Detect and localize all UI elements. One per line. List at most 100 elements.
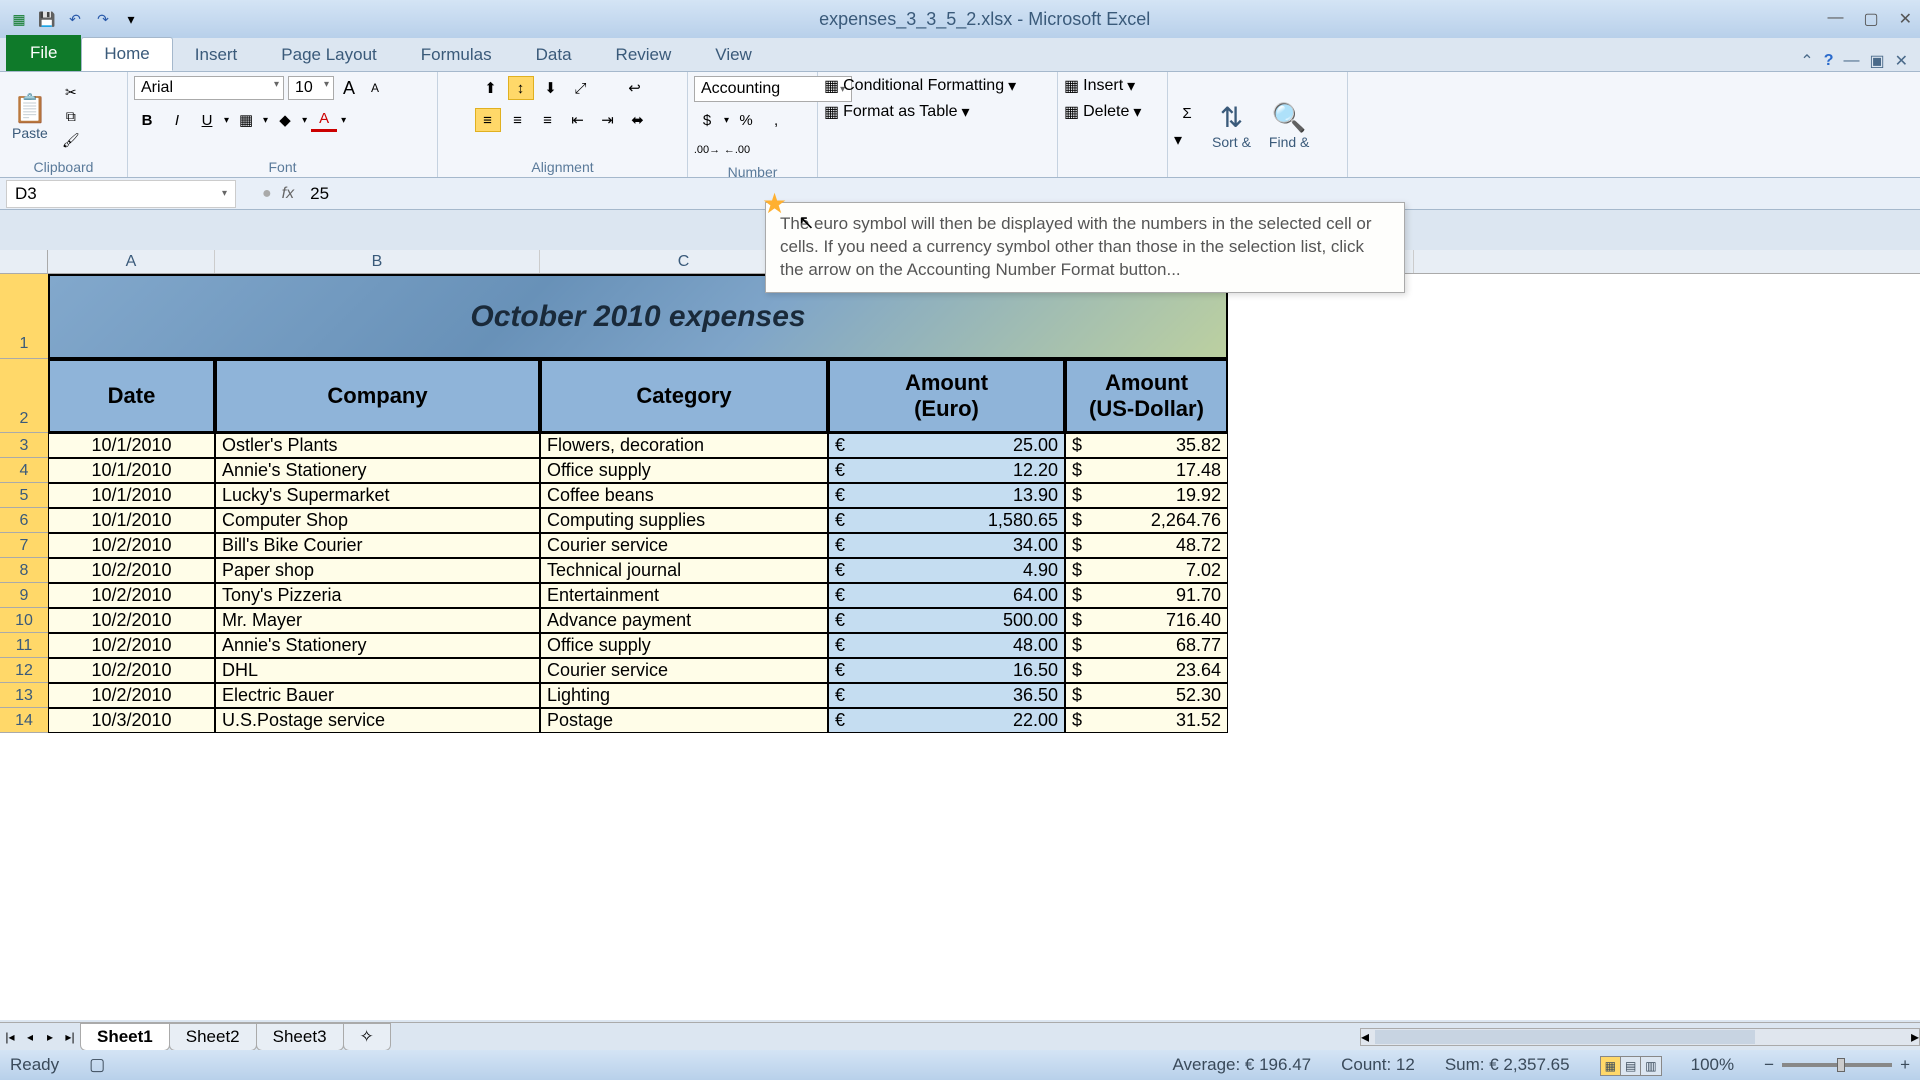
- name-box[interactable]: D3: [6, 180, 236, 208]
- cell-category[interactable]: Courier service: [540, 533, 828, 558]
- row-header[interactable]: 6: [0, 508, 48, 533]
- wrap-text-button[interactable]: ↩: [622, 76, 648, 100]
- cell-company[interactable]: Annie's Stationery: [215, 458, 540, 483]
- worksheet-grid[interactable]: A B C D E F G 1234567891011121314 Octobe…: [0, 250, 1920, 1020]
- maximize-icon[interactable]: ▢: [1863, 9, 1878, 29]
- comma-button[interactable]: ,: [763, 108, 789, 132]
- cell-amount-usd[interactable]: $7.02: [1065, 558, 1228, 583]
- decrease-font-icon[interactable]: A: [364, 78, 386, 98]
- tab-file[interactable]: File: [6, 35, 81, 71]
- format-as-table-button[interactable]: ▦Format as Table▾: [824, 102, 970, 122]
- minimize-ribbon-icon[interactable]: ⌃: [1800, 51, 1813, 71]
- row-header[interactable]: 13: [0, 683, 48, 708]
- decrease-decimal-button[interactable]: ←.00: [724, 138, 750, 162]
- cell-date[interactable]: 10/2/2010: [48, 583, 215, 608]
- increase-indent-button[interactable]: ⇥: [595, 108, 621, 132]
- cell-amount-usd[interactable]: $716.40: [1065, 608, 1228, 633]
- borders-button[interactable]: ▦: [233, 108, 259, 132]
- row-header[interactable]: 4: [0, 458, 48, 483]
- increase-decimal-button[interactable]: .00→: [694, 138, 720, 162]
- cell-company[interactable]: Mr. Mayer: [215, 608, 540, 633]
- cell-date[interactable]: 10/1/2010: [48, 483, 215, 508]
- font-color-button[interactable]: A: [311, 108, 337, 132]
- increase-font-icon[interactable]: A: [338, 78, 360, 98]
- row-header[interactable]: 8: [0, 558, 48, 583]
- undo-icon[interactable]: ↶: [64, 8, 86, 30]
- window-minimize-icon[interactable]: —: [1843, 52, 1859, 70]
- tab-data[interactable]: Data: [514, 39, 594, 71]
- col-header-a[interactable]: A: [48, 250, 215, 273]
- cell-category[interactable]: Computing supplies: [540, 508, 828, 533]
- tab-home[interactable]: Home: [81, 37, 172, 71]
- cell-company[interactable]: Annie's Stationery: [215, 633, 540, 658]
- row-header[interactable]: 3: [0, 433, 48, 458]
- cell-category[interactable]: Office supply: [540, 458, 828, 483]
- fx-icon[interactable]: fx: [282, 185, 294, 203]
- cell-amount-usd[interactable]: $68.77: [1065, 633, 1228, 658]
- font-size-combo[interactable]: 10: [288, 76, 334, 100]
- cell-date[interactable]: 10/1/2010: [48, 433, 215, 458]
- cell-category[interactable]: Advance payment: [540, 608, 828, 633]
- align-center-button[interactable]: ≡: [505, 108, 531, 132]
- cell-amount-usd[interactable]: $23.64: [1065, 658, 1228, 683]
- bold-button[interactable]: B: [134, 108, 160, 132]
- italic-button[interactable]: I: [164, 108, 190, 132]
- cell-amount-eur[interactable]: €36.50: [828, 683, 1065, 708]
- align-bottom-button[interactable]: ⬇: [538, 76, 564, 100]
- cell-category[interactable]: Postage: [540, 708, 828, 733]
- horizontal-scrollbar[interactable]: ◂▸: [1360, 1028, 1920, 1046]
- cell-company[interactable]: Tony's Pizzeria: [215, 583, 540, 608]
- cell-amount-usd[interactable]: $52.30: [1065, 683, 1228, 708]
- cell-company[interactable]: Computer Shop: [215, 508, 540, 533]
- cell-category[interactable]: Lighting: [540, 683, 828, 708]
- format-painter-icon[interactable]: 🖌: [60, 131, 82, 151]
- sheet-tab-3[interactable]: Sheet3: [256, 1023, 344, 1051]
- autosum-button[interactable]: Σ: [1174, 102, 1200, 126]
- orientation-button[interactable]: ⤢: [568, 76, 594, 100]
- zoom-level[interactable]: 100%: [1691, 1055, 1734, 1075]
- table-header[interactable]: Category: [540, 359, 828, 433]
- cell-date[interactable]: 10/2/2010: [48, 683, 215, 708]
- cell-amount-eur[interactable]: €34.00: [828, 533, 1065, 558]
- sheet-nav-first[interactable]: |◂: [0, 1030, 20, 1044]
- cell-date[interactable]: 10/1/2010: [48, 458, 215, 483]
- sheet-nav-last[interactable]: ▸|: [60, 1030, 80, 1044]
- redo-icon[interactable]: ↷: [92, 8, 114, 30]
- sheet-tab-1[interactable]: Sheet1: [80, 1023, 170, 1051]
- percent-button[interactable]: %: [733, 108, 759, 132]
- decrease-indent-button[interactable]: ⇤: [565, 108, 591, 132]
- window-restore-icon[interactable]: ▣: [1869, 51, 1884, 71]
- cell-amount-usd[interactable]: $17.48: [1065, 458, 1228, 483]
- cell-category[interactable]: Office supply: [540, 633, 828, 658]
- row-header[interactable]: 7: [0, 533, 48, 558]
- cell-amount-eur[interactable]: €25.00: [828, 433, 1065, 458]
- cell-amount-usd[interactable]: $19.92: [1065, 483, 1228, 508]
- copy-icon[interactable]: ⧉: [60, 107, 82, 127]
- table-header[interactable]: Amount (Euro): [828, 359, 1065, 433]
- cell-category[interactable]: Technical journal: [540, 558, 828, 583]
- font-name-combo[interactable]: Arial: [134, 76, 284, 100]
- page-layout-view-button[interactable]: ▤: [1620, 1056, 1641, 1076]
- macro-record-icon[interactable]: ▢: [89, 1055, 105, 1075]
- cell-amount-eur[interactable]: €500.00: [828, 608, 1065, 633]
- cell-category[interactable]: Courier service: [540, 658, 828, 683]
- cell-amount-eur[interactable]: €16.50: [828, 658, 1065, 683]
- cell-category[interactable]: Entertainment: [540, 583, 828, 608]
- cell-date[interactable]: 10/2/2010: [48, 558, 215, 583]
- zoom-in-button[interactable]: +: [1900, 1055, 1910, 1075]
- cell-date[interactable]: 10/1/2010: [48, 508, 215, 533]
- fill-color-button[interactable]: ◆: [272, 108, 298, 132]
- row-header[interactable]: 9: [0, 583, 48, 608]
- col-header-b[interactable]: B: [215, 250, 540, 273]
- cell-company[interactable]: Ostler's Plants: [215, 433, 540, 458]
- help-icon[interactable]: ?: [1824, 52, 1834, 70]
- cell-amount-eur[interactable]: €1,580.65: [828, 508, 1065, 533]
- cell-amount-usd[interactable]: $2,264.76: [1065, 508, 1228, 533]
- align-left-button[interactable]: ≡: [475, 108, 501, 132]
- row-header-1[interactable]: 1: [0, 274, 48, 359]
- accounting-format-button[interactable]: $: [694, 108, 720, 132]
- sort-filter-button[interactable]: ⇅Sort &: [1206, 99, 1257, 152]
- row-header[interactable]: 11: [0, 633, 48, 658]
- row-header-2[interactable]: 2: [0, 359, 48, 433]
- cell-company[interactable]: Lucky's Supermarket: [215, 483, 540, 508]
